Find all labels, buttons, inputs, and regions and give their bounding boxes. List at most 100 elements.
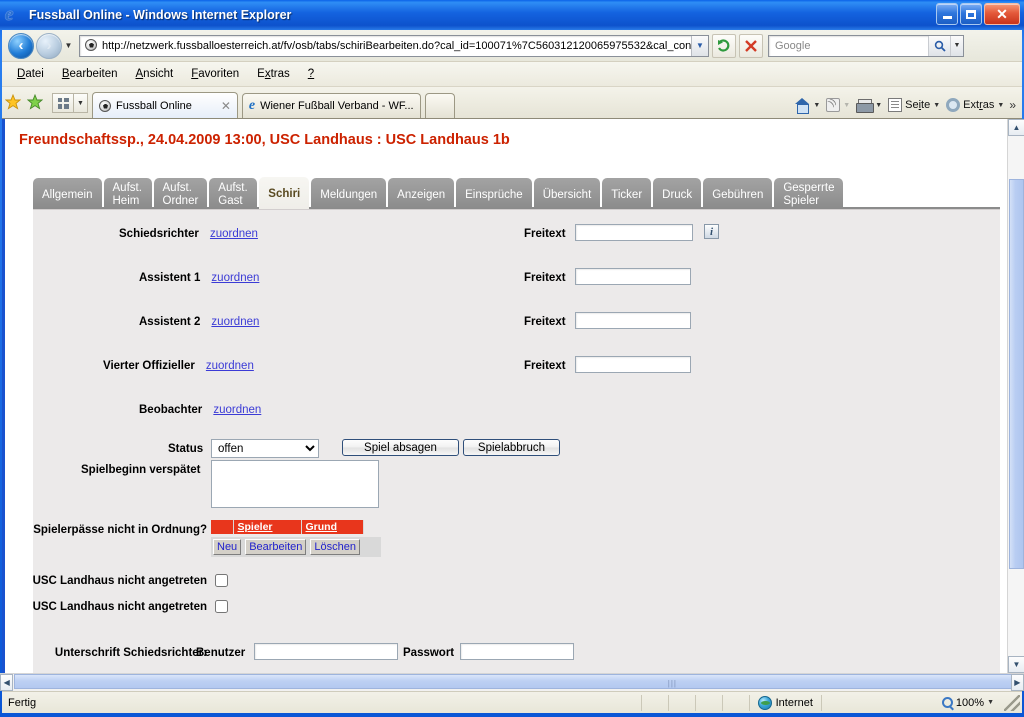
app-tab-ubersicht[interactable]: Übersicht (533, 178, 601, 209)
menu-item-datei[interactable]: Datei (8, 66, 53, 82)
menu-item-bearbeiten[interactable]: Bearbeiten (53, 66, 127, 82)
status-separator (640, 694, 642, 711)
app-tab-gesperrte-spieler[interactable]: Gesperrte Spieler (774, 178, 844, 209)
app-tab-aufst-heim[interactable]: Aufst. Heim (103, 178, 152, 209)
stop-icon[interactable] (739, 33, 763, 58)
assign-link-2[interactable]: zuordnen (211, 316, 259, 328)
menu-item-help[interactable]: ? (299, 66, 323, 82)
home-caret-icon[interactable]: ▼ (813, 102, 820, 109)
menu-item-ansicht[interactable]: Ansicht (127, 66, 183, 82)
app-tab-bar: Allgemein Aufst. Heim Aufst. Ordner Aufs… (33, 175, 845, 209)
freetext-input-3[interactable] (575, 356, 691, 373)
freetext-group-3: Freitext (524, 360, 566, 372)
app-tab-allgemein[interactable]: Allgemein (33, 178, 102, 209)
abandon-match-button[interactable]: Spielabbruch (463, 439, 560, 456)
new-tab-button[interactable] (424, 93, 455, 118)
refresh-icon[interactable] (712, 33, 736, 58)
search-provider-caret-icon[interactable]: ▼ (950, 35, 963, 56)
no-show-checkbox-0[interactable] (215, 574, 228, 587)
app-tab-aufst-gast[interactable]: Aufst. Gast (209, 178, 258, 209)
passes-edit-button[interactable]: Bearbeiten (245, 539, 307, 555)
scroll-down-icon[interactable]: ▼ (1008, 656, 1024, 673)
zoom-control[interactable]: 100% ▼ (934, 697, 1002, 709)
search-icon[interactable] (928, 35, 950, 56)
passes-new-button[interactable]: Neu (213, 539, 242, 555)
security-zone[interactable]: Internet (750, 695, 821, 710)
passes-button-row: Neu Bearbeiten Löschen (211, 537, 381, 557)
app-tab-ticker[interactable]: Ticker (602, 178, 652, 209)
url-dropdown-caret-icon[interactable]: ▼ (691, 35, 708, 56)
passes-delete-button[interactable]: Löschen (310, 539, 360, 555)
menu-item-extras[interactable]: Extras (248, 66, 299, 82)
app-tab-aufst-ordner-line1: Aufst. (162, 182, 192, 194)
command-bar: ▼ ▼ ▼ Seite ▼ Extras ▼ » (791, 92, 1022, 118)
scroll-right-icon[interactable]: ▶ (1010, 674, 1024, 691)
status-select[interactable]: offen (211, 439, 319, 458)
minimize-button[interactable] (936, 3, 958, 25)
page-vertical-scrollbar[interactable]: ▲ ▼ (1007, 119, 1024, 673)
horizontal-scroll-thumb[interactable]: ||| (14, 674, 1011, 689)
scroll-up-icon[interactable]: ▲ (1008, 119, 1024, 136)
assign-link-4[interactable]: zuordnen (213, 404, 261, 416)
window-controls: ✕ (936, 3, 1020, 25)
app-tab-gebuhren[interactable]: Gebühren (703, 178, 773, 209)
close-tab-icon[interactable]: ✕ (221, 99, 231, 113)
page-icon (888, 98, 903, 112)
signature-password-input[interactable] (460, 643, 574, 660)
url-input[interactable]: http://netzwerk.fussballoesterreich.at/f… (79, 34, 709, 57)
print-caret-icon[interactable]: ▼ (875, 102, 882, 109)
official-role-label-1: Assistent 1 (139, 272, 201, 284)
passes-label: Spielerpässe nicht in Ordnung? (33, 524, 207, 536)
official-row-1: Assistent 1 zuordnen (139, 272, 259, 284)
page-menu-caret-icon[interactable]: ▼ (933, 102, 940, 109)
home-button[interactable]: ▼ (791, 94, 823, 116)
browser-tab-1[interactable]: e Wiener Fußball Verband - WF... (241, 93, 421, 118)
assign-link-1[interactable]: zuordnen (211, 272, 259, 284)
cancel-match-button[interactable]: Spiel absagen (342, 439, 459, 456)
signature-user-input[interactable] (254, 643, 398, 660)
page-horizontal-scrollbar[interactable]: ◀ ||| ▶ (0, 673, 1024, 691)
add-to-favorites-icon[interactable] (24, 89, 46, 115)
assign-link-3[interactable]: zuordnen (206, 360, 254, 372)
quick-tabs-icon[interactable] (52, 93, 74, 113)
app-tab-druck[interactable]: Druck (653, 178, 702, 209)
feeds-button[interactable]: ▼ (823, 94, 853, 116)
maximize-button[interactable] (960, 3, 982, 25)
assign-link-0[interactable]: zuordnen (210, 228, 258, 240)
search-input[interactable]: Google ▼ (768, 34, 964, 57)
scroll-left-icon[interactable]: ◀ (0, 674, 14, 691)
soccer-ball-icon (99, 99, 111, 113)
window-resize-grip[interactable] (1004, 694, 1020, 711)
page-menu-button[interactable]: Seite ▼ (885, 94, 943, 116)
browser-tab-0-label: Fussball Online (116, 99, 192, 112)
command-bar-overflow-icon[interactable]: » (1007, 98, 1018, 112)
recent-pages-caret-icon[interactable]: ▼ (62, 33, 75, 59)
vertical-scroll-thumb[interactable] (1009, 179, 1024, 569)
app-tab-anzeigen[interactable]: Anzeigen (388, 178, 455, 209)
browser-tab-0[interactable]: Fussball Online ✕ (92, 92, 238, 118)
forward-button[interactable]: › (36, 32, 62, 59)
zoom-caret-icon[interactable]: ▼ (987, 699, 994, 706)
no-show-checkbox-1[interactable] (215, 600, 228, 613)
print-icon (856, 98, 875, 113)
menu-item-favoriten[interactable]: Favoriten (182, 66, 248, 82)
app-tab-meldungen[interactable]: Meldungen (311, 178, 387, 209)
freetext-input-2[interactable] (575, 312, 691, 329)
tab-list-caret-icon[interactable]: ▼ (74, 93, 88, 113)
freetext-input-1[interactable] (575, 268, 691, 285)
browser-tab-1-label: Wiener Fußball Verband - WF... (260, 100, 414, 112)
app-tab-aufst-ordner[interactable]: Aufst. Ordner (153, 178, 208, 209)
tools-menu-button[interactable]: Extras ▼ (943, 94, 1007, 116)
close-button[interactable]: ✕ (984, 3, 1020, 25)
tools-menu-caret-icon[interactable]: ▼ (997, 102, 1004, 109)
ie-logo-icon: e (5, 4, 14, 25)
browser-window: e Fussball Online - Windows Internet Exp… (0, 0, 1024, 717)
info-icon[interactable]: i (704, 224, 719, 239)
freetext-input-0[interactable] (575, 224, 693, 241)
app-tab-einspruche[interactable]: Einsprüche (456, 178, 532, 209)
print-button[interactable]: ▼ (853, 94, 885, 116)
delay-textarea[interactable] (211, 460, 379, 508)
back-button[interactable]: ‹ (8, 32, 34, 59)
favorites-center-icon[interactable] (2, 89, 24, 115)
app-tab-schiri[interactable]: Schiri (259, 177, 310, 209)
